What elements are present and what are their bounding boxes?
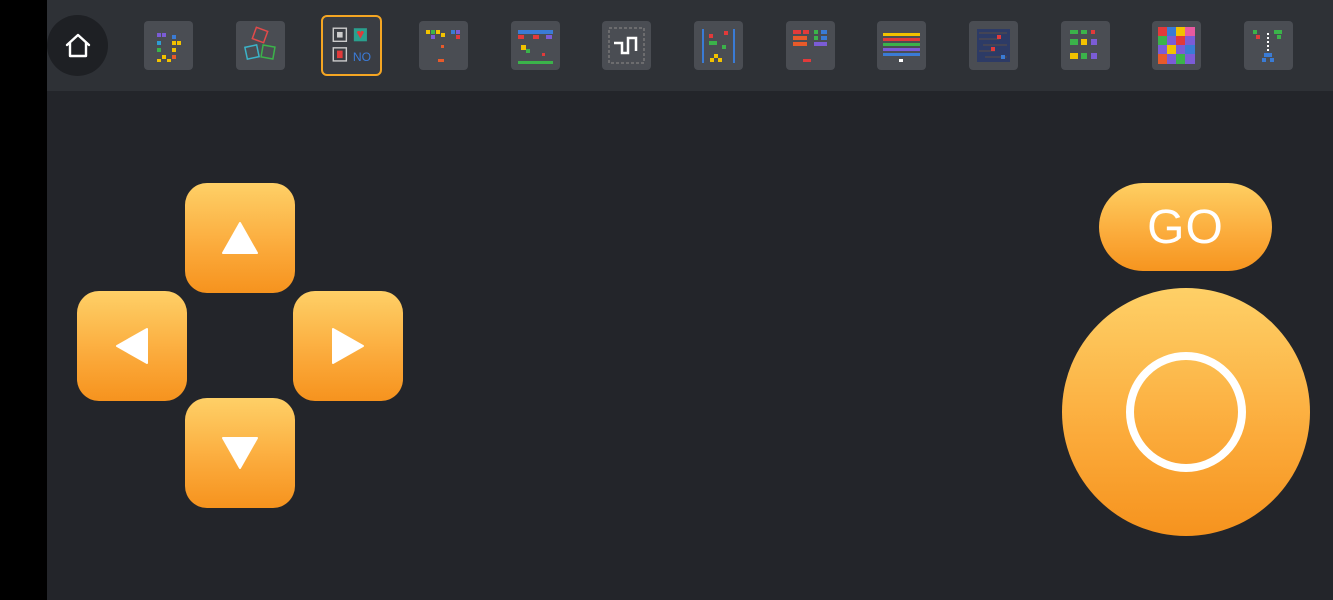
action-button[interactable] xyxy=(1062,288,1310,536)
game-thumb-frog-crossing[interactable] xyxy=(1244,21,1293,70)
maze-icon xyxy=(977,29,1010,62)
go-button[interactable]: GO xyxy=(1099,183,1272,271)
game-thumb-tetris[interactable] xyxy=(144,21,193,70)
triangle-down-icon xyxy=(222,437,258,469)
racing-icon xyxy=(702,29,735,63)
home-button[interactable] xyxy=(47,15,108,76)
game-thumb-snake[interactable] xyxy=(602,21,651,70)
game-thumb-racing[interactable] xyxy=(694,21,743,70)
breakout-icon xyxy=(883,33,920,62)
triangle-left-icon xyxy=(116,328,148,364)
left-edge-bar xyxy=(0,0,47,600)
block-stack-icon xyxy=(793,30,827,62)
game-thumb-tank-battle[interactable]: NO xyxy=(321,15,382,76)
brick-drop-icon xyxy=(426,30,460,62)
game-thumb-color-puzzle[interactable] xyxy=(1152,21,1201,70)
tank-battle-icon: NO xyxy=(332,27,371,64)
tetris-icon xyxy=(157,33,181,62)
match-blocks-icon xyxy=(1070,30,1097,59)
snake-icon xyxy=(608,27,645,64)
shooter-icon xyxy=(518,30,553,64)
go-label: GO xyxy=(1147,200,1224,254)
dice-icon xyxy=(243,26,276,61)
game-thumb-match-blocks[interactable] xyxy=(1061,21,1110,70)
game-thumb-shooter[interactable] xyxy=(511,21,560,70)
game-thumb-breakout[interactable] xyxy=(877,21,926,70)
game-thumb-maze[interactable] xyxy=(969,21,1018,70)
triangle-right-icon xyxy=(332,328,364,364)
dpad-right-button[interactable] xyxy=(293,291,403,401)
game-thumb-brick-drop[interactable] xyxy=(419,21,468,70)
triangle-up-icon xyxy=(222,222,258,254)
home-icon xyxy=(65,33,90,57)
dpad-up-button[interactable] xyxy=(185,183,295,293)
game-thumb-block-stack[interactable] xyxy=(786,21,835,70)
dpad-left-button[interactable] xyxy=(77,291,187,401)
circle-icon xyxy=(1126,352,1246,472)
dpad-down-button[interactable] xyxy=(185,398,295,508)
game-thumb-dice[interactable] xyxy=(236,21,285,70)
color-puzzle-icon xyxy=(1158,27,1195,64)
selected-thumb-text: NO xyxy=(353,50,371,64)
frog-crossing-icon xyxy=(1253,30,1282,62)
